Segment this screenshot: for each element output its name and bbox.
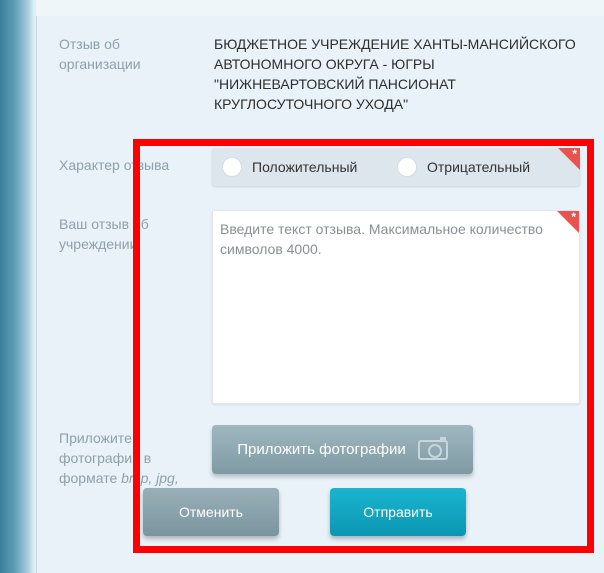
panel-top-shade (36, 0, 604, 16)
review-placeholder: Введите текст отзыва. Максимальное колич… (220, 221, 543, 257)
radio-positive-circle[interactable] (222, 157, 242, 177)
photo-label-format-prefix: формате (59, 470, 122, 486)
camera-icon (417, 436, 448, 460)
photo-label-line-1: Приложите (59, 430, 132, 446)
org-label: Отзыв об организации (59, 36, 141, 72)
required-star-icon: * (572, 147, 577, 161)
radio-negative-label[interactable]: Отрицательный (427, 159, 530, 175)
review-nature-label: Характер отзыва (59, 157, 170, 173)
review-nature-radio-group: Положительный Отрицательный * (212, 148, 580, 186)
radio-positive-label[interactable]: Положительный (252, 159, 357, 175)
photo-label-line-3: формате bmp, jpg, (59, 468, 179, 488)
review-textarea[interactable]: Введите текст отзыва. Максимальное колич… (212, 210, 580, 404)
photo-formats: bmp, jpg, (121, 470, 179, 486)
required-star-icon: * (571, 210, 576, 224)
radio-negative[interactable]: Отрицательный (397, 157, 530, 177)
radio-negative-circle[interactable] (397, 157, 417, 177)
attach-photos-label: Приложить фотографии (237, 441, 406, 458)
cancel-button[interactable]: Отменить (143, 488, 279, 536)
attach-photos-button[interactable]: Приложить фотографии (212, 425, 473, 474)
radio-positive[interactable]: Положительный (222, 157, 357, 177)
photo-label: Приложите фотографии в формате bmp, jpg, (59, 428, 179, 488)
photo-label-line-2: фотографии в (59, 450, 152, 466)
send-button[interactable]: Отправить (330, 488, 466, 536)
org-name: БЮДЖЕТНОЕ УЧРЕЖДЕНИЕ ХАНТЫ-МАНСИЙСКОГО А… (214, 36, 576, 112)
review-text-label: Ваш отзыв об учреждении (59, 216, 149, 252)
